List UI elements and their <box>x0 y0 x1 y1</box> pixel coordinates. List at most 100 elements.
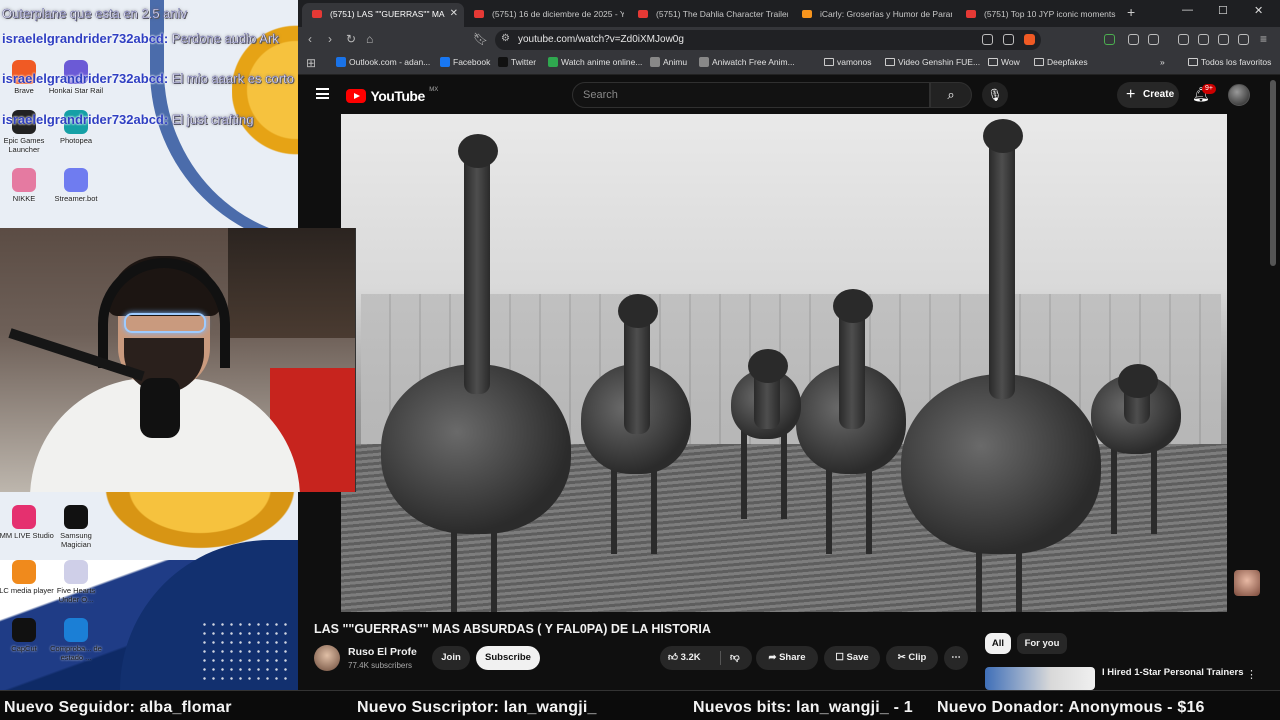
search-input[interactable] <box>573 83 929 107</box>
bookmarks-overflow-button[interactable]: » <box>1160 57 1165 67</box>
youtube-favicon-icon <box>966 10 976 18</box>
youtube-favicon-icon <box>638 10 648 18</box>
bookmark-link[interactable]: Facebook <box>440 57 490 67</box>
recommended-thumbnail[interactable] <box>985 667 1095 690</box>
webcam-shelf <box>228 228 355 338</box>
desktop-shortcut-label: Samsung Magician <box>60 531 92 549</box>
folder-icon <box>1188 58 1198 66</box>
toolbar: ‹ › ↻ ⌂ 🔖︎ ⚙ youtube.com/watch?v=Zd0iXMJ… <box>298 27 1280 53</box>
bookmark-link[interactable]: Twitter <box>498 57 536 67</box>
desktop-shortcut-label: Photopea <box>59 136 93 145</box>
like-count: 3.2K <box>680 652 701 663</box>
bookmark-folder[interactable]: Wow <box>988 57 1020 67</box>
channel-name[interactable]: Ruso El Profe <box>348 646 417 658</box>
extensions-puzzle-icon[interactable] <box>1128 34 1139 45</box>
bookmark-link[interactable]: Animu <box>650 57 687 67</box>
minimize-button[interactable]: — <box>1182 4 1193 16</box>
scissors-icon: ✂ <box>897 652 909 663</box>
cast-icon[interactable] <box>982 34 993 45</box>
all-bookmarks-folder[interactable]: Todos los favoritos <box>1188 57 1271 67</box>
home-icon[interactable]: ⌂ <box>366 32 373 46</box>
recommended-title[interactable]: I Hired 1-Star Personal Trainers <box>1102 667 1244 678</box>
youtube-logo[interactable]: YouTube MX <box>346 87 438 105</box>
bookmark-link[interactable]: Outlook.com - adan... <box>336 57 430 67</box>
more-horizontal-icon: ⋯ <box>951 652 961 663</box>
join-button[interactable]: Join <box>432 646 470 670</box>
close-tab-icon[interactable]: ✕ <box>450 3 458 25</box>
bookmarks-bar: ⊞ Outlook.com - adan... Facebook Twitter Wa… <box>298 53 1280 75</box>
desktop-shortcut[interactable]: Comproba... de estado ... <box>46 618 106 662</box>
emu-head <box>458 134 498 168</box>
channel-watermark-icon[interactable] <box>1234 570 1260 596</box>
more-vertical-icon[interactable]: ⋮ <box>1246 668 1257 681</box>
bookmark-label: vamonos <box>837 57 872 67</box>
microphone-icon <box>140 378 180 438</box>
leo-ai-icon[interactable] <box>1218 34 1229 45</box>
bookmark-label: Watch anime online... <box>561 57 643 67</box>
thumbs-up-icon: 👍︎ <box>668 652 678 663</box>
vpn-icon[interactable] <box>1238 34 1249 45</box>
channel-avatar[interactable] <box>314 645 340 671</box>
desktop-shortcut[interactable]: Samsung Magician <box>46 505 106 549</box>
like-button[interactable]: 👍︎ 3.2K 👎︎ <box>660 646 752 670</box>
tab[interactable]: iCarly: Groserías y Humor de Paramo <box>792 3 952 27</box>
brave-shields-icon[interactable] <box>1024 34 1035 45</box>
close-window-button[interactable]: ✕ <box>1254 4 1263 17</box>
tab[interactable]: (5751) The Dahlia Character Trailer: <box>628 3 788 27</box>
desktop-shortcut[interactable]: Five Hearts Under O... <box>46 560 106 604</box>
bookmark-folder[interactable]: Video Genshin FUE... <box>885 57 980 67</box>
page-scrollbar[interactable] <box>1270 80 1276 266</box>
folder-icon <box>1034 58 1044 66</box>
app-icon <box>12 505 36 529</box>
bookmark-link[interactable]: Aniwatch Free Anim... <box>699 57 795 67</box>
bookmark-link[interactable]: Watch anime online... <box>548 57 642 67</box>
clip-button[interactable]: ✂ Clip <box>886 646 938 670</box>
bookmark-page-icon[interactable]: 🔖︎ <box>473 32 488 46</box>
share-button[interactable]: ➦ Share <box>756 646 818 670</box>
notification-badge: 9+ <box>1202 84 1216 94</box>
stream-alerts-ticker: Nuevo Seguidor: alba_flomar Nuevo Suscri… <box>0 690 1280 720</box>
account-avatar[interactable] <box>1228 84 1250 106</box>
microphone-icon: 🎙︎ <box>987 88 1003 102</box>
site-favicon-icon <box>336 57 346 67</box>
youtube-play-icon <box>346 88 366 103</box>
extension-icon[interactable] <box>1104 34 1115 45</box>
subscribe-button[interactable]: Subscribe <box>476 646 540 670</box>
create-button[interactable]: + Create <box>1117 82 1179 108</box>
site-favicon-icon <box>650 57 660 67</box>
search-box[interactable] <box>572 82 930 108</box>
new-tab-button[interactable]: + <box>1127 4 1135 20</box>
voice-search-button[interactable]: 🎙︎ <box>982 82 1008 108</box>
chip-all[interactable]: All <box>985 633 1011 654</box>
bookmark-label: Aniwatch Free Anim... <box>712 57 795 67</box>
menu-icon[interactable]: ≡ <box>1260 32 1267 46</box>
address-bar[interactable]: ⚙ youtube.com/watch?v=Zd0iXMJow0g <box>495 30 1041 50</box>
chat-message: Outerplane que esta en 2.5 aniv <box>2 6 188 21</box>
search-button[interactable]: ⌕ <box>930 82 972 108</box>
tab[interactable]: (5751) Top 10 JYP iconic moments # <box>956 3 1116 27</box>
sidebar-icon[interactable] <box>1148 34 1159 45</box>
tab[interactable]: (5751) 16 de diciembre de 2025 - Yo <box>464 3 624 27</box>
save-button[interactable]: ☐ Save <box>824 646 880 670</box>
site-info-icon[interactable]: ⚙ <box>501 33 510 44</box>
bookmark-folder[interactable]: vamonos <box>824 57 872 67</box>
reload-icon[interactable]: ↻ <box>346 32 356 46</box>
maximize-button[interactable]: ☐ <box>1218 4 1228 17</box>
video-player[interactable] <box>341 114 1227 612</box>
more-actions-button[interactable]: ⋯ <box>944 646 968 670</box>
site-favicon-icon <box>498 57 508 67</box>
desktop-shortcut-label: Five Hearts Under O... <box>56 586 96 604</box>
chat-username: israelelgrandrider732abcd: <box>2 31 169 46</box>
chat-message: Perdone audio Ark <box>171 31 279 46</box>
desktop-shortcut[interactable]: Streamer.bot <box>46 168 106 203</box>
bookmark-folder[interactable]: Deepfakes <box>1034 57 1088 67</box>
emu-neck <box>989 139 1015 399</box>
tab-label: (5751) LAS ""GUERRAS"" MA <box>330 9 445 19</box>
folder-icon <box>988 58 998 66</box>
share-page-icon[interactable] <box>1003 34 1014 45</box>
music-icon[interactable] <box>1178 34 1189 45</box>
thumbs-down-icon[interactable]: 👎︎ <box>730 646 740 670</box>
subscriber-count: 77.4K subscribers <box>348 661 413 670</box>
chip-for-you[interactable]: For you <box>1017 633 1067 654</box>
wallet-icon[interactable] <box>1198 34 1209 45</box>
